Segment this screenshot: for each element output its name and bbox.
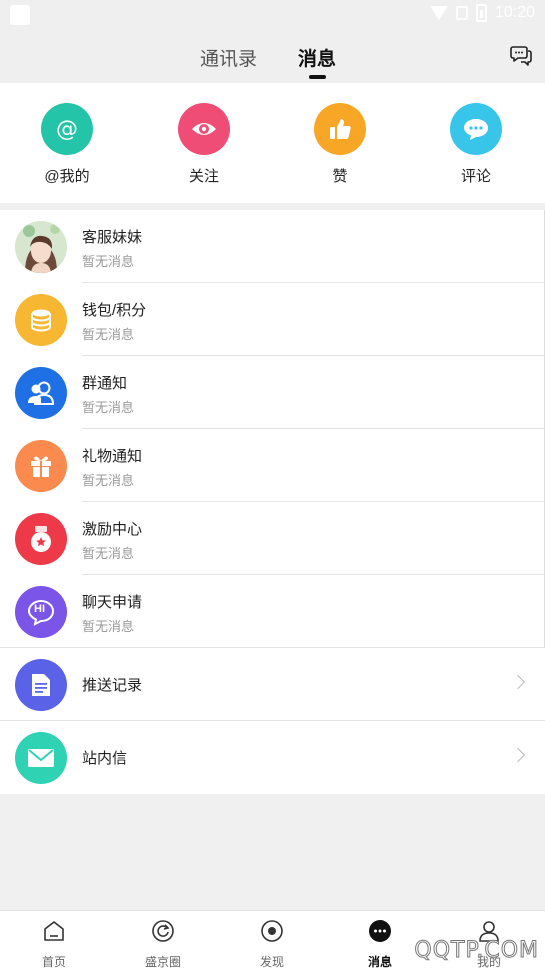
- header: 通讯录 消息: [0, 30, 545, 83]
- quick-action-label: @我的: [44, 168, 90, 185]
- quick-action-comments[interactable]: 评论: [436, 103, 516, 186]
- nav-discover[interactable]: 发现: [237, 919, 307, 970]
- list-item-subtitle: 暂无消息: [82, 400, 135, 415]
- quick-action-likes[interactable]: 赞: [300, 103, 380, 186]
- list-item-customer-service[interactable]: 客服妹妹 暂无消息: [0, 210, 545, 283]
- hi-badge-text: HI: [34, 603, 45, 615]
- compass-icon: [261, 920, 283, 942]
- list-item-title: 推送记录: [82, 677, 143, 694]
- list-item-title: 钱包/积分: [82, 302, 147, 319]
- quick-action-label: 关注: [188, 168, 219, 185]
- hi-bubble-icon: HI: [15, 586, 67, 638]
- list-item-group-notice[interactable]: 群通知 暂无消息: [0, 356, 545, 429]
- list-item-subtitle: 暂无消息: [82, 619, 135, 634]
- avatar: [15, 221, 67, 273]
- list-item-subtitle: 暂无消息: [82, 473, 135, 488]
- status-bar: 10:20: [0, 0, 545, 30]
- svg-text:@: @: [56, 117, 78, 142]
- comment-icon: [450, 103, 502, 155]
- list-item-wallet[interactable]: 钱包/积分 暂无消息: [0, 283, 545, 356]
- tab-messages[interactable]: 消息: [298, 44, 336, 71]
- quick-actions: @ @我的 关注 赞 评论: [0, 83, 545, 203]
- nav-label: 发现: [259, 955, 284, 969]
- quick-action-label: 赞: [332, 168, 348, 185]
- list-item-incentive-center[interactable]: 激励中心 暂无消息: [0, 502, 545, 575]
- list-item-site-mail[interactable]: 站内信: [0, 721, 545, 794]
- list-item-chat-request[interactable]: HI 聊天申请 暂无消息: [0, 575, 545, 648]
- circle-refresh-icon: [152, 920, 174, 942]
- nav-label: 消息: [367, 955, 392, 969]
- watermark: QQTP.COM: [414, 938, 539, 964]
- quick-action-follow[interactable]: 关注: [164, 103, 244, 186]
- document-icon: [15, 659, 67, 711]
- chevron-right-icon: [510, 674, 526, 690]
- active-tab-indicator: [309, 75, 326, 79]
- status-time: 10:20: [494, 4, 535, 21]
- nav-home[interactable]: 首页: [19, 919, 89, 970]
- coins-icon: [15, 294, 67, 346]
- at-icon: @: [41, 103, 93, 155]
- notification-icon: [10, 5, 30, 25]
- list-item-title: 激励中心: [82, 521, 143, 538]
- thumbs-up-icon: [314, 103, 366, 155]
- list-item-title: 站内信: [82, 750, 128, 767]
- mail-icon: [15, 732, 67, 784]
- sim-icon: [455, 6, 468, 20]
- wifi-icon: [429, 6, 448, 20]
- chevron-right-icon: [510, 747, 526, 763]
- battery-icon: [475, 4, 487, 22]
- tab-contacts[interactable]: 通讯录: [200, 44, 257, 71]
- nav-circle[interactable]: 盛京圈: [128, 919, 198, 970]
- gift-icon: [15, 440, 67, 492]
- nav-label: 盛京圈: [144, 955, 181, 969]
- nav-label: 首页: [41, 955, 66, 969]
- message-list: 客服妹妹 暂无消息 钱包/积分 暂无消息 群通知 暂无消息 礼物通知 暂无消息 …: [0, 210, 545, 794]
- message-dots-icon: [369, 920, 391, 942]
- nav-messages[interactable]: 消息: [345, 919, 415, 970]
- medal-icon: [15, 513, 67, 565]
- list-item-subtitle: 暂无消息: [82, 254, 135, 269]
- list-item-title: 聊天申请: [82, 594, 143, 611]
- status-icons: 10:20: [429, 4, 535, 22]
- list-item-subtitle: 暂无消息: [82, 546, 135, 561]
- list-item-push-records[interactable]: 推送记录: [0, 648, 545, 721]
- quick-action-mentions[interactable]: @ @我的: [27, 103, 107, 186]
- list-item-title: 客服妹妹: [82, 229, 143, 246]
- group-icon: [15, 367, 67, 419]
- list-item-subtitle: 暂无消息: [82, 327, 135, 342]
- home-icon: [44, 921, 64, 941]
- chat-bubbles-icon[interactable]: [509, 43, 533, 67]
- eye-icon: [178, 103, 230, 155]
- list-item-title: 群通知: [82, 375, 128, 392]
- list-item-gift-notice[interactable]: 礼物通知 暂无消息: [0, 429, 545, 502]
- list-item-title: 礼物通知: [82, 448, 143, 465]
- quick-action-label: 评论: [460, 168, 491, 185]
